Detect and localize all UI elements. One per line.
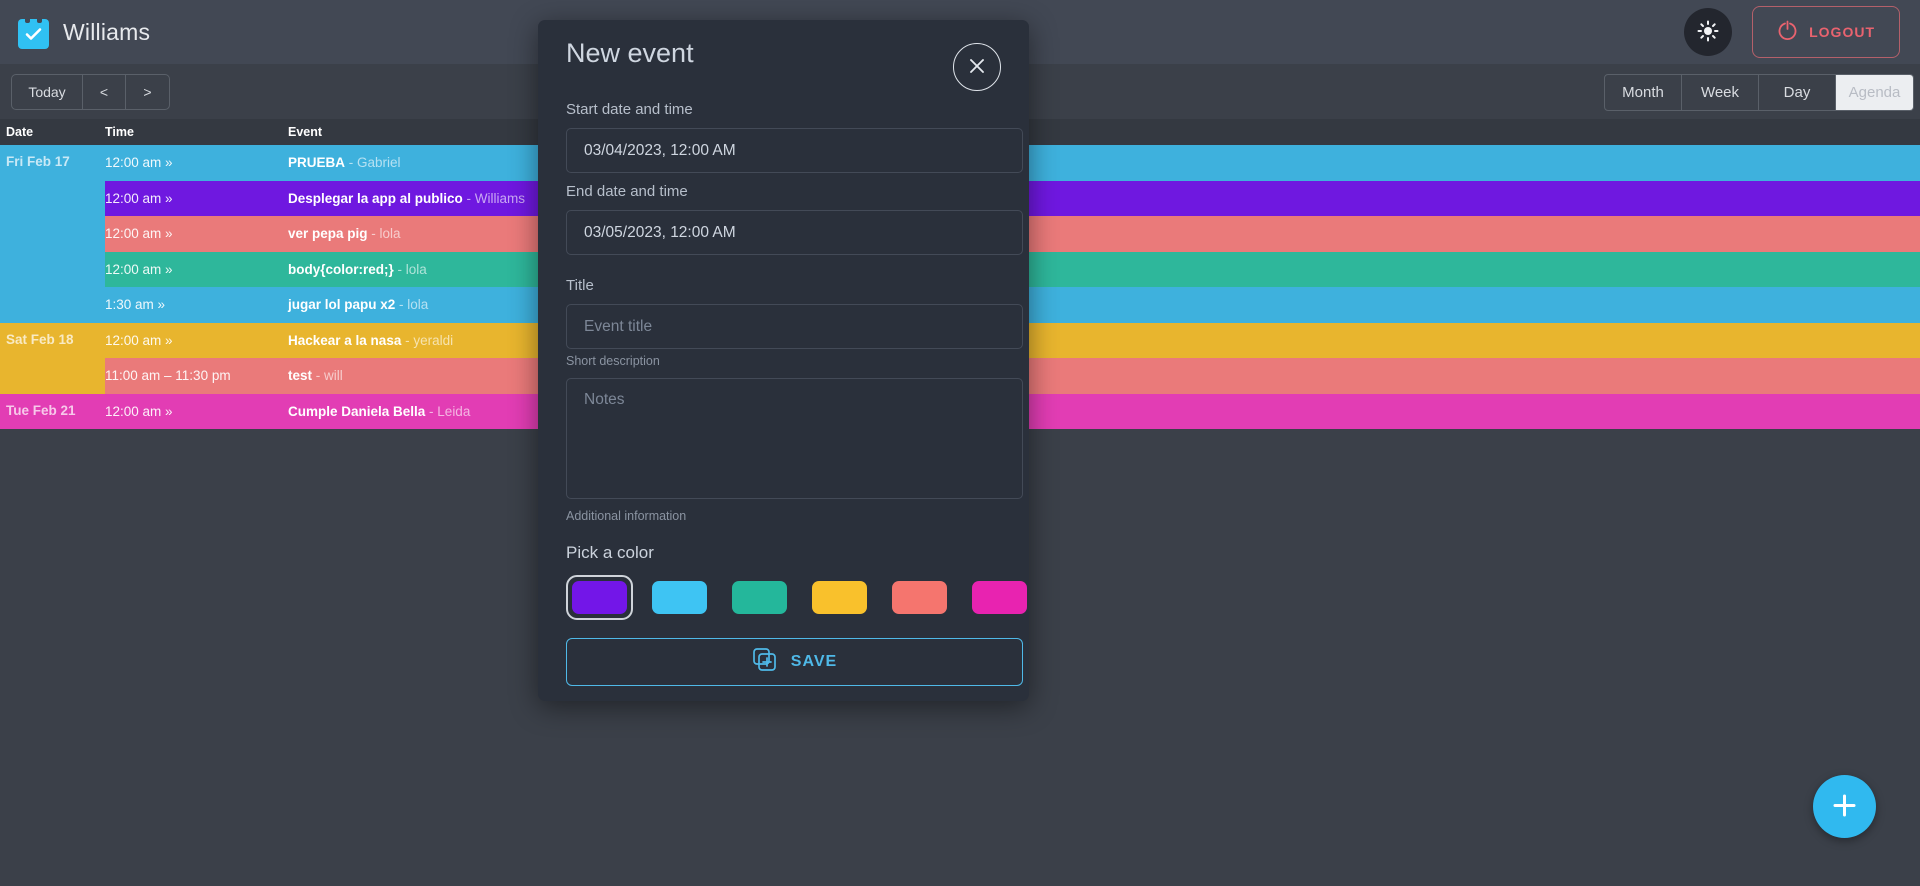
agenda-date-cell: Sat Feb 18 [6, 331, 74, 347]
column-header-time: Time [105, 125, 134, 139]
close-button[interactable] [953, 43, 1001, 91]
calendar-check-icon [18, 15, 49, 49]
event-separator: - [345, 155, 358, 171]
event-person: yeraldi [413, 332, 454, 348]
agenda-time-cell: 12:00 am » [105, 332, 173, 348]
agenda-event-cell: test - will [288, 368, 1920, 383]
column-header-event: Event [288, 125, 323, 139]
event-person: lola [405, 261, 427, 277]
color-swatch-3[interactable] [812, 581, 867, 614]
modal-title: New event [566, 38, 694, 68]
view-tab-week[interactable]: Week [1682, 75, 1759, 110]
color-swatch-5[interactable] [972, 581, 1027, 614]
title-helper-text: Short description [566, 354, 660, 368]
app-root: Williams LOGOUT Today < > Month Week Day… [0, 0, 1920, 886]
agenda-date-cell: Tue Feb 21 [6, 402, 76, 418]
agenda-time-cell: 12:00 am » [105, 190, 173, 206]
pick-color-label: Pick a color [566, 543, 654, 562]
view-switcher: Month Week Day Agenda [1604, 74, 1914, 111]
event-person: will [324, 368, 343, 384]
close-icon [967, 56, 987, 79]
end-date-input[interactable] [566, 210, 1023, 255]
view-tab-agenda[interactable]: Agenda [1836, 75, 1913, 110]
view-tab-month[interactable]: Month [1605, 75, 1682, 110]
event-title: jugar lol papu x2 [288, 297, 396, 313]
color-swatch-2[interactable] [732, 581, 787, 614]
notes-textarea[interactable] [566, 378, 1023, 499]
agenda-event-cell: PRUEBA - Gabriel [288, 155, 1920, 170]
logout-button[interactable]: LOGOUT [1752, 6, 1900, 58]
color-swatch-wrapper-4[interactable] [886, 575, 953, 620]
agenda-event-cell: ver pepa pig - lola [288, 226, 1920, 241]
color-swatch-wrapper-1[interactable] [646, 575, 713, 620]
start-date-label: Start date and time [566, 101, 693, 118]
column-header-date: Date [6, 125, 34, 139]
agenda-event-cell: body{color:red;} - lola [288, 262, 1920, 277]
event-title: body{color:red;} [288, 261, 394, 277]
color-swatch-list [566, 575, 1027, 620]
view-tab-day[interactable]: Day [1759, 75, 1836, 110]
event-title: Desplegar la app al publico [288, 190, 463, 206]
event-person: lola [379, 226, 401, 242]
brand-name: Williams [63, 18, 151, 45]
color-swatch-wrapper-5[interactable] [966, 575, 1033, 620]
agenda-event-cell: Cumple Daniela Bella - Leida [288, 404, 1920, 419]
event-title: Cumple Daniela Bella [288, 403, 426, 419]
plus-icon [1831, 792, 1858, 822]
agenda-event-cell: Hackear a la nasa - yeraldi [288, 333, 1920, 348]
color-swatch-wrapper-2[interactable] [726, 575, 793, 620]
event-title-input[interactable] [566, 304, 1023, 349]
agenda-time-cell: 1:30 am » [105, 297, 166, 313]
agenda-event-cell: jugar lol papu x2 - lola [288, 297, 1920, 312]
logout-label: LOGOUT [1809, 24, 1875, 40]
notes-helper-text: Additional information [566, 509, 687, 523]
event-separator: - [462, 190, 475, 206]
event-separator: - [395, 297, 408, 313]
brand: Williams [18, 15, 151, 49]
agenda-time-cell: 12:00 am » [105, 403, 173, 419]
date-nav-group: Today < > [11, 74, 170, 110]
navbar-actions: LOGOUT [1684, 6, 1900, 58]
sun-icon [1697, 20, 1719, 45]
end-date-label: End date and time [566, 183, 688, 200]
event-separator: - [425, 403, 438, 419]
add-event-fab[interactable] [1813, 775, 1876, 838]
save-icon [752, 647, 777, 677]
agenda-time-cell: 12:00 am » [105, 155, 173, 171]
color-swatch-1[interactable] [652, 581, 707, 614]
today-button[interactable]: Today [12, 75, 83, 109]
logout-icon [1777, 20, 1798, 44]
agenda-event-cell: Desplegar la app al publico - Williams [288, 191, 1920, 206]
save-button[interactable]: SAVE [566, 638, 1023, 686]
event-person: lola [407, 297, 429, 313]
start-date-input[interactable] [566, 128, 1023, 173]
event-separator: - [393, 261, 406, 277]
color-swatch-0[interactable] [572, 581, 627, 614]
event-person: Leida [437, 403, 471, 419]
prev-button[interactable]: < [83, 75, 126, 109]
agenda-time-cell: 11:00 am – 11:30 pm [105, 368, 231, 384]
event-separator: - [312, 368, 325, 384]
event-person: Williams [474, 190, 526, 206]
event-person: Gabriel [357, 155, 401, 171]
event-title: ver pepa pig [288, 226, 368, 242]
event-title: test [288, 368, 313, 384]
new-event-modal: New event Start date and time End date a… [538, 20, 1029, 701]
agenda-time-cell: 12:00 am » [105, 226, 173, 242]
next-button[interactable]: > [126, 75, 169, 109]
agenda-date-cell: Fri Feb 17 [6, 154, 70, 169]
color-swatch-4[interactable] [892, 581, 947, 614]
color-swatch-wrapper-0[interactable] [566, 575, 633, 620]
modal-header: New event [566, 20, 1001, 91]
save-label: SAVE [790, 653, 838, 670]
agenda-time-cell: 12:00 am » [105, 261, 173, 277]
color-swatch-wrapper-3[interactable] [806, 575, 873, 620]
theme-toggle-button[interactable] [1684, 8, 1733, 56]
event-title: PRUEBA [288, 155, 346, 171]
event-title: Hackear a la nasa [288, 332, 402, 348]
title-label: Title [566, 277, 594, 294]
event-separator: - [367, 226, 380, 242]
event-separator: - [401, 332, 414, 348]
